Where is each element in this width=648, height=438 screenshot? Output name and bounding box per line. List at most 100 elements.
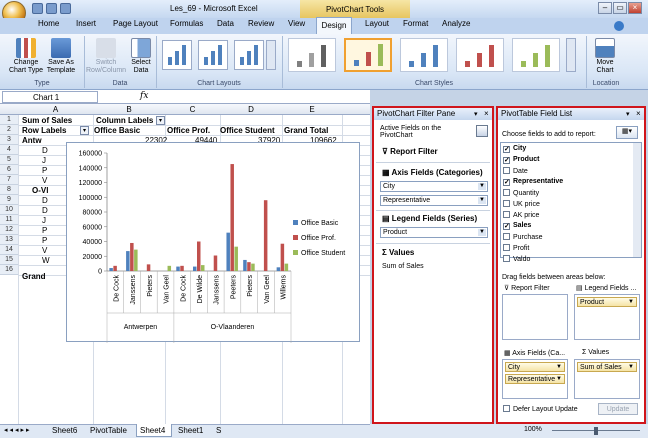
- row-header[interactable]: 12: [0, 225, 18, 235]
- sheet-tab-s[interactable]: S: [216, 426, 221, 435]
- cell-a2[interactable]: Row Labels: [22, 126, 66, 135]
- tab-format[interactable]: Format: [403, 19, 428, 28]
- chart-style-4[interactable]: [456, 38, 504, 72]
- tab-data[interactable]: Data: [217, 19, 234, 28]
- cell-a9[interactable]: D: [42, 196, 48, 205]
- help-icon[interactable]: [614, 21, 624, 31]
- tab-formulas[interactable]: Formulas: [170, 19, 203, 28]
- cell-a15[interactable]: W: [42, 256, 50, 265]
- field-item[interactable]: Date: [503, 167, 528, 175]
- styles-scroll[interactable]: [566, 38, 576, 72]
- update-button[interactable]: Update: [598, 403, 638, 415]
- tab-analyze[interactable]: Analyze: [442, 19, 470, 28]
- cell-a1[interactable]: Sum of Sales: [22, 116, 72, 125]
- filter-pane-menu-icon[interactable]: ▾: [474, 110, 478, 118]
- cell-a10[interactable]: D: [42, 206, 48, 215]
- row-header[interactable]: 9: [0, 195, 18, 205]
- chart-style-5[interactable]: [512, 38, 560, 72]
- cell-e2[interactable]: Grand Total: [284, 126, 328, 135]
- checkbox-icon[interactable]: ✓: [503, 179, 510, 186]
- row-header[interactable]: 3: [0, 135, 18, 145]
- tab-page-layout[interactable]: Page Layout: [113, 19, 158, 28]
- chart-layout-3[interactable]: [234, 40, 264, 70]
- field-item[interactable]: ✓ City: [503, 145, 526, 153]
- chart-layout-2[interactable]: [198, 40, 228, 70]
- layouts-scroll[interactable]: [266, 40, 276, 70]
- row-header[interactable]: 6: [0, 165, 18, 175]
- defer-layout-checkbox[interactable]: Defer Layout Update: [503, 405, 578, 413]
- field-item[interactable]: Purchase: [503, 233, 543, 241]
- report-filter-area[interactable]: [502, 294, 568, 340]
- field-list-scrollbar[interactable]: [633, 143, 641, 257]
- field-item[interactable]: AK price: [503, 211, 539, 219]
- field-item[interactable]: Quantity: [503, 189, 539, 197]
- tab-design[interactable]: Design: [316, 17, 352, 34]
- checkbox-icon[interactable]: ✓: [503, 157, 510, 164]
- field-item[interactable]: UK price: [503, 200, 540, 208]
- cell-b2[interactable]: Office Basic: [94, 126, 140, 135]
- row-header[interactable]: 13: [0, 235, 18, 245]
- zoom-slider[interactable]: [552, 427, 640, 435]
- checkbox-icon[interactable]: [503, 244, 510, 251]
- row-header[interactable]: 1: [0, 115, 18, 125]
- axis-representative-item[interactable]: Representative ▼: [505, 374, 565, 384]
- values-sum-of-sales-item[interactable]: Sum of Sales ▼: [577, 362, 637, 372]
- checkbox-icon[interactable]: [503, 200, 510, 207]
- save-icon[interactable]: [32, 3, 43, 14]
- sheet-tab-pivottable[interactable]: PivotTable: [90, 426, 127, 435]
- name-box[interactable]: Chart 1: [2, 91, 98, 103]
- field-list-layout-button[interactable]: ▦▾: [616, 126, 638, 139]
- close-button[interactable]: ×: [628, 2, 642, 14]
- redo-icon[interactable]: [60, 3, 71, 14]
- cell-d2[interactable]: Office Student: [220, 126, 275, 135]
- select-data-button[interactable]: Select Data: [128, 38, 154, 75]
- row-header[interactable]: 16: [0, 265, 18, 275]
- row-header[interactable]: 11: [0, 215, 18, 225]
- cell-a14[interactable]: V: [42, 246, 47, 255]
- sheet-nav-arrows[interactable]: ◂◂◂▸▸: [4, 426, 32, 434]
- checkbox-icon[interactable]: [503, 255, 510, 262]
- restore-button[interactable]: ▭: [613, 2, 627, 14]
- tab-insert[interactable]: Insert: [76, 19, 96, 28]
- field-item[interactable]: ✓ Product: [503, 156, 539, 164]
- filter-pane-close-icon[interactable]: ×: [484, 109, 489, 118]
- checkbox-icon[interactable]: [503, 211, 510, 218]
- row-header[interactable]: 8: [0, 185, 18, 195]
- tab-home[interactable]: Home: [38, 19, 59, 28]
- column-header-c[interactable]: C: [165, 105, 220, 114]
- tab-layout[interactable]: Layout: [365, 19, 389, 28]
- chart-layout-1[interactable]: [162, 40, 192, 70]
- sheet-tab-sheet6[interactable]: Sheet6: [52, 426, 77, 435]
- legend-product-item[interactable]: Product ▼: [577, 297, 637, 307]
- field-list-menu-icon[interactable]: ▾: [626, 110, 630, 118]
- column-header-e[interactable]: E: [282, 105, 342, 114]
- row-header[interactable]: 4: [0, 145, 18, 155]
- zoom-level[interactable]: 100%: [524, 426, 542, 433]
- cell-a8[interactable]: O-Vl: [32, 186, 48, 195]
- row-labels-dropdown[interactable]: ▾: [80, 126, 89, 135]
- axis-city-dropdown[interactable]: City ▼: [380, 181, 488, 192]
- column-labels-dropdown[interactable]: ▾: [156, 116, 165, 125]
- checkbox-icon[interactable]: [503, 189, 510, 196]
- cell-a4[interactable]: D: [42, 146, 48, 155]
- legend-product-dropdown[interactable]: Product ▼: [380, 227, 488, 238]
- cell-c2[interactable]: Office Prof.: [167, 126, 210, 135]
- minimize-button[interactable]: –: [598, 2, 612, 14]
- chart-style-2[interactable]: [344, 38, 392, 72]
- sheet-tab-sheet1[interactable]: Sheet1: [178, 426, 203, 435]
- checkbox-icon[interactable]: ✓: [503, 146, 510, 153]
- field-list-close-icon[interactable]: ×: [636, 109, 641, 118]
- cell-b1[interactable]: Column Labels: [96, 116, 153, 125]
- sheet-tab-sheet4[interactable]: Sheet4: [140, 426, 165, 435]
- field-item[interactable]: Valdo: [503, 255, 530, 263]
- pivot-chart[interactable]: 0 20000 40000 60000 80000 100000 120000 140000 1…: [66, 142, 360, 343]
- undo-icon[interactable]: [46, 3, 57, 14]
- function-icon[interactable]: fx: [140, 91, 152, 103]
- checkbox-icon[interactable]: [503, 233, 510, 240]
- chart-style-1[interactable]: [288, 38, 336, 72]
- column-header-b[interactable]: B: [93, 105, 165, 114]
- row-header[interactable]: 15: [0, 255, 18, 265]
- column-header-d[interactable]: D: [220, 105, 282, 114]
- axis-city-item[interactable]: City ▼: [505, 362, 565, 372]
- chart-style-3[interactable]: [400, 38, 448, 72]
